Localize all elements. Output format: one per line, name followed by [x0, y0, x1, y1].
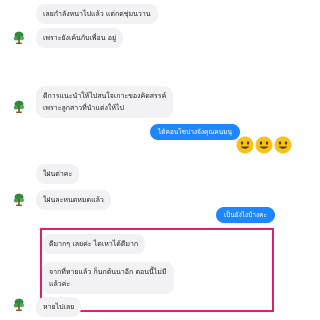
message-text: ดีมากๆ เลยค่ะ ไดเหาได้ดีมาก: [49, 240, 139, 248]
message-bubble-outgoing: เป็นยังไงบ้างคะ: [216, 207, 276, 223]
message-text: ดีการแนะนำให้ไปสนใจเกาะของคิดสรรค์: [43, 92, 167, 100]
avatar-icon[interactable]: [12, 31, 26, 45]
message-bubble-incoming: ใฝนละหนดหมดแล้ว: [36, 190, 111, 210]
message-bubble-incoming: ดีมากๆ เลยค่ะ ไดเหาได้ดีมาก: [42, 234, 146, 254]
avatar-icon[interactable]: [12, 298, 26, 312]
message-bubble-incoming: ดีการแนะนำให้ไปสนใจเกาะของคิดสรรค์ เพราะ…: [36, 86, 174, 118]
message-text: ใฝนละหนดหมดแล้ว: [43, 196, 104, 204]
grinning-face-icon: [255, 136, 273, 154]
message-text: หายไปเลย: [43, 303, 75, 311]
avatar-icon[interactable]: [12, 100, 26, 114]
chat-screen: เลยกำลังหนาไปแล้ว แต่กดชุ่มนวาน เพราะยัง…: [0, 0, 320, 320]
message-bubble-incoming: จากที่หายแล้ว ก็นกต้นนาอีก ตอนนี้ไม่มี แ…: [42, 262, 174, 294]
leaf-tree-avatar-icon: [13, 193, 25, 207]
leaf-tree-avatar-icon: [13, 298, 25, 312]
leaf-tree-avatar-icon: [13, 100, 25, 114]
message-text: แล้วค่ะ: [49, 280, 71, 288]
message-text: จากที่หายแล้ว ก็นกต้นนาอีก ตอนนี้ไม่มี: [49, 268, 167, 276]
grinning-face-icon: [274, 136, 292, 154]
message-bubble-incoming: หายไปเลย: [36, 297, 82, 317]
avatar-icon[interactable]: [12, 193, 26, 207]
message-text: เลยกำลังหนาไปแล้ว แต่กดชุ่มนวาน: [43, 10, 151, 18]
avatar-icon[interactable]: [12, 0, 26, 14]
message-text: ใฝนต่าคะ: [43, 170, 73, 178]
message-bubble-incoming: เพราะยังเค้นกับเพื่อน อยู่: [36, 28, 124, 48]
message-text: เพราะยังเค้นกับเพื่อน อยู่: [43, 34, 117, 42]
message-bubble-incoming: ใฝนต่าคะ: [36, 164, 80, 184]
grinning-face-icon: [236, 136, 254, 154]
leaf-tree-avatar-icon: [13, 31, 25, 45]
message-bubble-outgoing: ได้คอนโซปางจังคุณคนมนุ: [150, 124, 240, 140]
message-text: เพราะลูกสาวที่นำแต่งให้ไป: [43, 104, 124, 112]
message-bubble-incoming: เลยกำลังหนาไปแล้ว แต่กดชุ่มนวาน: [36, 4, 158, 24]
emoji-row: [236, 136, 292, 154]
